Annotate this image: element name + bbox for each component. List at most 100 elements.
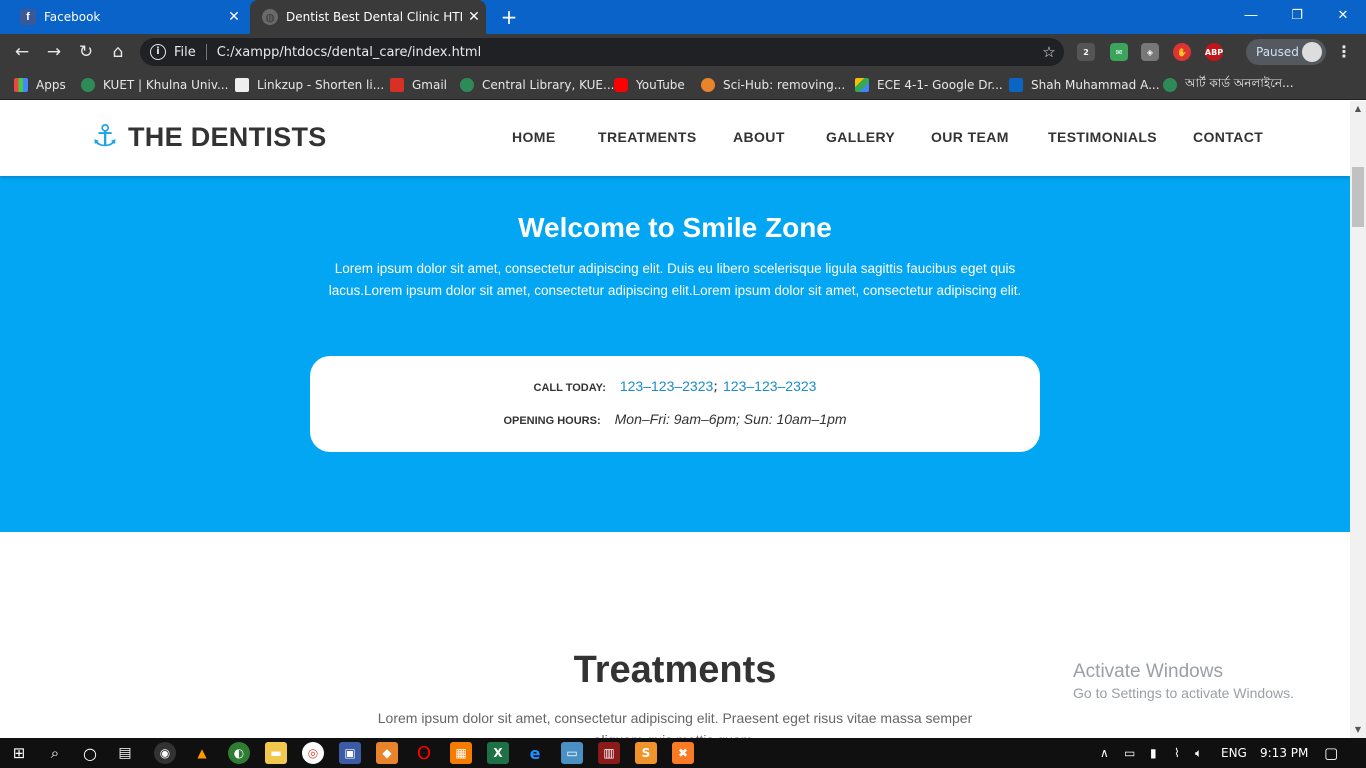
adblock-icon[interactable]: ABP: [1205, 43, 1223, 61]
app-icon-9[interactable]: ▦: [450, 742, 472, 764]
edge-icon[interactable]: e: [524, 742, 546, 764]
tab-facebook[interactable]: f Facebook ✕: [8, 0, 246, 34]
action-center-icon[interactable]: ▢: [1324, 738, 1338, 768]
google-drive-icon: [855, 78, 869, 92]
nav-about[interactable]: ABOUT: [733, 129, 785, 149]
brand-name: THE DENTISTS: [128, 121, 327, 152]
scroll-down-icon[interactable]: ▼: [1350, 722, 1366, 738]
back-icon[interactable]: ←: [10, 40, 34, 64]
extension-mail-icon[interactable]: ✉: [1110, 43, 1128, 61]
bookmark-gmail[interactable]: Gmail: [390, 76, 447, 94]
winrar-icon[interactable]: ▥: [598, 742, 620, 764]
menu-kebab-icon[interactable]: ⋮: [1336, 40, 1352, 64]
address-bar[interactable]: i File C:/xampp/htdocs/dental_care/index…: [140, 38, 1064, 66]
bookmark-youtube[interactable]: YouTube: [614, 76, 685, 94]
opening-hours: Mon–Fri: 9am–6pm; Sun: 10am–1pm: [614, 411, 847, 427]
phone-link-2[interactable]: 123–123–2323: [723, 378, 816, 394]
tab-title: Dentist Best Dental Clinic HTML \: [286, 10, 462, 24]
restore-icon[interactable]: ❐: [1274, 0, 1320, 30]
nav-contact[interactable]: CONTACT: [1193, 129, 1263, 149]
extension-badge-icon[interactable]: 2: [1077, 43, 1095, 61]
forward-icon[interactable]: →: [42, 40, 66, 64]
hero-section: Welcome to Smile Zone Lorem ipsum dolor …: [0, 176, 1350, 532]
extension-bag-icon[interactable]: ◈: [1141, 43, 1159, 61]
battery-icon[interactable]: ▮: [1150, 738, 1157, 768]
adblock-label: ABP: [1204, 47, 1224, 57]
bookmark-central-library[interactable]: Central Library, KUE...: [460, 76, 614, 94]
bookmark-label: KUET | Khulna Univ...: [103, 78, 229, 92]
cortana-icon[interactable]: ○: [79, 742, 101, 764]
tab-title: Facebook: [44, 10, 101, 24]
opera-icon[interactable]: O: [413, 742, 435, 764]
bookmark-linkedin[interactable]: Shah Muhammad A...: [1009, 76, 1160, 94]
address-separator: [205, 44, 207, 60]
nav-treatments[interactable]: TREATMENTS: [598, 129, 697, 149]
bookmark-label: Sci-Hub: removing...: [723, 78, 846, 92]
extension-hand-icon[interactable]: ✋: [1173, 43, 1191, 61]
bookmark-label: YouTube: [636, 78, 685, 92]
close-tab-icon[interactable]: ✕: [222, 9, 246, 25]
linkedin-icon: [1009, 78, 1023, 92]
info-icon[interactable]: i: [150, 44, 166, 60]
excel-icon[interactable]: X: [487, 742, 509, 764]
url-text[interactable]: C:/xampp/htdocs/dental_care/index.html: [217, 45, 1034, 60]
watermark-line-1: Activate Windows: [1073, 661, 1223, 682]
bookmark-label: Gmail: [412, 78, 448, 92]
app-icon-7[interactable]: ◆: [376, 742, 398, 764]
search-icon[interactable]: ⌕: [44, 742, 66, 764]
clock[interactable]: 9:13 PM: [1260, 738, 1308, 768]
watermark-line-2: Go to Settings to activate Windows.: [1073, 685, 1294, 701]
page-scrollbar[interactable]: ▲ ▼: [1350, 101, 1366, 738]
task-view-icon[interactable]: ▤: [114, 742, 136, 764]
bookmark-label: Central Library, KUE...: [482, 78, 615, 92]
minimize-icon[interactable]: ―: [1228, 0, 1274, 30]
reload-icon[interactable]: ↻: [74, 40, 98, 64]
close-window-icon[interactable]: ✕: [1320, 0, 1366, 30]
nav-testimonials[interactable]: TESTIMONIALS: [1048, 129, 1157, 149]
bookmark-scihub[interactable]: Sci-Hub: removing...: [701, 76, 845, 94]
matlab-icon[interactable]: ▲: [191, 742, 213, 764]
close-tab-icon[interactable]: ✕: [462, 9, 486, 25]
tray-chevron-icon[interactable]: ∧: [1100, 738, 1109, 768]
apps-grid-icon: [14, 78, 28, 92]
hero-title: Welcome to Smile Zone: [518, 212, 832, 243]
youtube-icon: [614, 78, 628, 92]
file-explorer-icon[interactable]: ▬: [265, 742, 287, 764]
bookmark-apps[interactable]: Apps: [14, 76, 66, 94]
scroll-up-icon[interactable]: ▲: [1350, 101, 1366, 117]
new-tab-icon[interactable]: +: [498, 6, 520, 28]
nav-home[interactable]: HOME: [512, 129, 556, 149]
browser-toolbar: ← → ↻ ⌂ i File C:/xampp/htdocs/dental_ca…: [0, 34, 1366, 70]
phone-separator: ;: [713, 379, 719, 395]
nav-gallery[interactable]: GALLERY: [826, 129, 895, 149]
nav-our-team[interactable]: OUR TEAM: [931, 129, 1009, 149]
bookmark-google-drive[interactable]: ECE 4-1- Google Dr...: [855, 76, 1003, 94]
phone-link-1[interactable]: 123–123–2323: [620, 378, 713, 394]
bookmark-linkzup[interactable]: Linkzup - Shorten li...: [235, 76, 384, 94]
language-indicator[interactable]: ENG: [1221, 738, 1247, 768]
bookmarks-bar: Apps KUET | Khulna Univ... Linkzup - Sho…: [0, 70, 1366, 100]
tab-strip: f Facebook ✕ ◍ Dentist Best Dental Clini…: [0, 0, 1366, 34]
chrome-icon[interactable]: ◎: [302, 742, 324, 764]
wifi-icon[interactable]: ⌇: [1174, 738, 1180, 768]
app-icon-6[interactable]: ▣: [339, 742, 361, 764]
sublime-icon[interactable]: S: [635, 742, 657, 764]
home-icon[interactable]: ⌂: [106, 40, 130, 64]
profile-button[interactable]: Paused: [1246, 39, 1326, 65]
windows-taskbar: ⊞ ⌕ ○ ▤ ◉ ▲ ◐ ▬ ◎ ▣ ◆ O ▦ X e ▭ ▥ S ✖ ∧ …: [0, 738, 1366, 768]
photos-icon[interactable]: ▭: [561, 742, 583, 764]
windows-start-icon[interactable]: ⊞: [8, 742, 30, 764]
app-icon-1[interactable]: ◉: [154, 742, 176, 764]
gmail-icon: [390, 78, 404, 92]
xampp-icon[interactable]: ✖: [672, 742, 694, 764]
scroll-thumb[interactable]: [1352, 167, 1364, 227]
bookmark-star-icon[interactable]: ☆: [1034, 43, 1064, 61]
site-brand[interactable]: ⚓ THE DENTISTS: [88, 119, 327, 155]
app-icon-3[interactable]: ◐: [228, 742, 250, 764]
bookmark-art-card[interactable]: আর্ট কার্ড অনলাইনে...: [1163, 76, 1294, 94]
bookmark-kuet[interactable]: KUET | Khulna Univ...: [81, 76, 228, 94]
volume-icon[interactable]: 🔈︎: [1195, 738, 1202, 768]
network-device-icon[interactable]: ▭: [1124, 738, 1135, 768]
bookmark-label: Shah Muhammad A...: [1031, 78, 1160, 92]
tab-dentist[interactable]: ◍ Dentist Best Dental Clinic HTML \ ✕: [250, 0, 486, 34]
